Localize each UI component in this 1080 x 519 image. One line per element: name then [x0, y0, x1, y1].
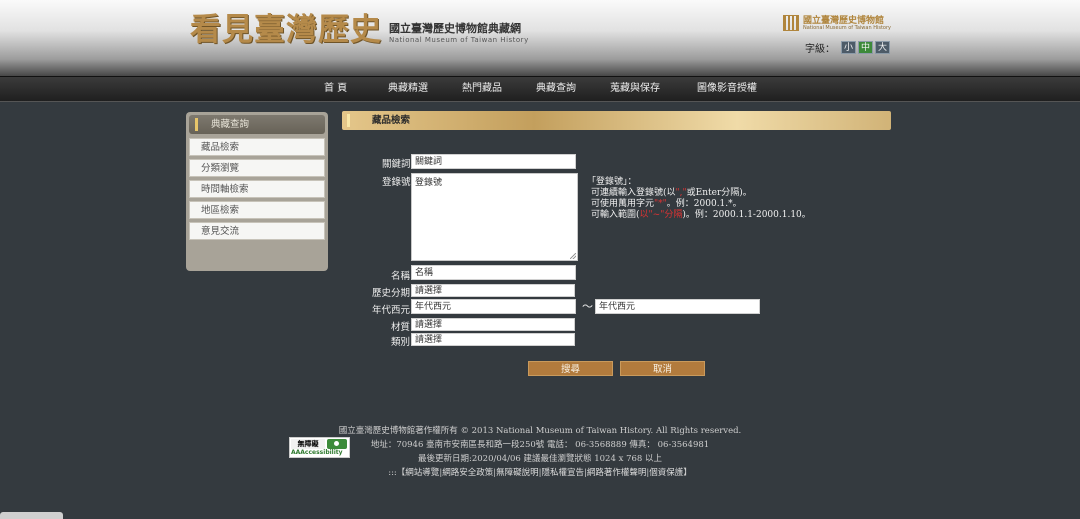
main-nav: 首 頁 典藏精選 熱門藏品 典藏查詢 蒐藏與保存 圖像影音授權	[0, 76, 1080, 102]
name-label: 名稱	[391, 271, 411, 282]
footer-link-copyright[interactable]: 網路著作權聲明	[587, 468, 647, 478]
search-button[interactable]: 搜尋	[528, 361, 613, 376]
nav-item-licensing[interactable]: 圖像影音授權	[697, 77, 757, 101]
keyword-label: 關鍵詞	[382, 159, 411, 170]
footer-copyright: 國立臺灣歷史博物館著作權所有 © 2013 National Museum of…	[338, 426, 742, 436]
nav-item-popular[interactable]: 熱門藏品	[462, 77, 502, 101]
bottom-corner-tab[interactable]	[0, 512, 63, 519]
category-select[interactable]: 請選擇	[411, 333, 575, 346]
sidebar-header: 典藏查詢	[189, 115, 325, 134]
sidebar-item-timeline-search[interactable]: 時間軸檢索	[189, 180, 325, 198]
footer-link-sitemap[interactable]: 網站導覽	[405, 468, 439, 478]
footer-link-accessibility[interactable]: 無障礙說明	[496, 468, 539, 478]
sidebar-item-item-search[interactable]: 藏品檢索	[189, 138, 325, 156]
footer-updated: 最後更新日期:2020/04/06 建議最佳瀏覽狀態 1024 x 768 以上	[417, 454, 662, 464]
year-range-separator: ～	[582, 300, 593, 313]
museum-name-en: National Museum of Taiwan History	[803, 25, 892, 31]
hint-line-3: 可輸入範圍(以"~"分隔)。例：2000.1.1-2000.1.10。	[591, 207, 811, 220]
footer-address: 地址：70946 臺南市安南區長和路一段250號 電話： 06-3568889 …	[370, 440, 710, 450]
nav-item-search[interactable]: 典藏查詢	[536, 77, 576, 101]
nav-item-home[interactable]: 首 頁	[324, 77, 347, 101]
period-label: 歷史分期	[372, 288, 411, 299]
hint-line-3-emphasis: 以"~"分隔	[639, 210, 683, 220]
sidebar-item-category-browse[interactable]: 分類瀏覽	[189, 159, 325, 177]
material-select[interactable]: 請選擇	[411, 318, 575, 331]
resize-grip-icon[interactable]	[570, 253, 576, 259]
sidebar-item-region-search[interactable]: 地區檢索	[189, 201, 325, 219]
logo-text: 看見臺灣歷史	[190, 12, 382, 48]
cancel-button[interactable]: 取消	[620, 361, 705, 376]
sidebar: 典藏查詢 藏品檢索 分類瀏覽 時間軸檢索 地區檢索 意見交流	[186, 112, 328, 271]
section-title: 藏品檢索	[372, 115, 411, 126]
font-size-medium-button[interactable]: 中	[858, 41, 873, 54]
footer-links-prefix: :::【	[388, 468, 406, 478]
sidebar-header-bar	[195, 118, 198, 131]
footer-link-security-policy[interactable]: 網路安全政策	[442, 468, 493, 478]
font-size-label: 字級：	[805, 44, 835, 55]
footer-link-data-protection[interactable]: 個資保護	[649, 468, 683, 478]
hint-line-3-text: 可輸入範圍(	[591, 210, 640, 220]
hint-line-3-tail: )。例：2000.1.1-2000.1.10。	[682, 210, 811, 220]
period-select[interactable]: 請選擇	[411, 284, 575, 297]
font-size-control: 字級： 小中大	[805, 40, 890, 55]
regno-textarea[interactable]: 登錄號	[411, 173, 578, 261]
year-from-input[interactable]: 年代西元	[411, 299, 576, 314]
museum-logo[interactable]: 國立臺灣歷史博物館 National Museum of Taiwan Hist…	[783, 13, 891, 35]
nav-item-preservation[interactable]: 蒐藏與保存	[610, 77, 660, 101]
section-header: 藏品檢索	[342, 111, 891, 130]
regno-textarea-value: 登錄號	[415, 178, 443, 188]
year-to-input[interactable]: 年代西元	[595, 299, 760, 314]
site-title: 國立臺灣歷史博物館典藏網	[389, 22, 521, 35]
font-size-large-button[interactable]: 大	[875, 41, 890, 54]
section-header-bar	[347, 114, 350, 127]
regno-label: 登錄號	[382, 177, 411, 188]
footer-links-suffix: 】	[683, 468, 692, 478]
year-label: 年代西元	[372, 305, 411, 316]
footer-links: :::【網站導覽|網路安全政策|無障礙說明|隱私權宣告|網路著作權聲明|個資保護…	[388, 468, 692, 478]
name-input[interactable]: 名稱	[411, 265, 576, 280]
nav-item-featured[interactable]: 典藏精選	[388, 77, 428, 101]
category-label: 類別	[391, 337, 411, 348]
sidebar-title: 典藏查詢	[211, 119, 250, 130]
keyword-input[interactable]: 關鍵詞	[411, 154, 576, 169]
museum-building-icon	[783, 15, 799, 31]
material-label: 材質	[391, 322, 411, 333]
sidebar-item-feedback[interactable]: 意見交流	[189, 222, 325, 240]
site-header: 看見臺灣歷史 國立臺灣歷史博物館典藏網 National Museum of T…	[0, 0, 1080, 76]
site-subtitle: National Museum of Taiwan History	[389, 36, 529, 44]
font-size-small-button[interactable]: 小	[841, 41, 856, 54]
footer-link-privacy[interactable]: 隱私權宣告	[541, 468, 584, 478]
